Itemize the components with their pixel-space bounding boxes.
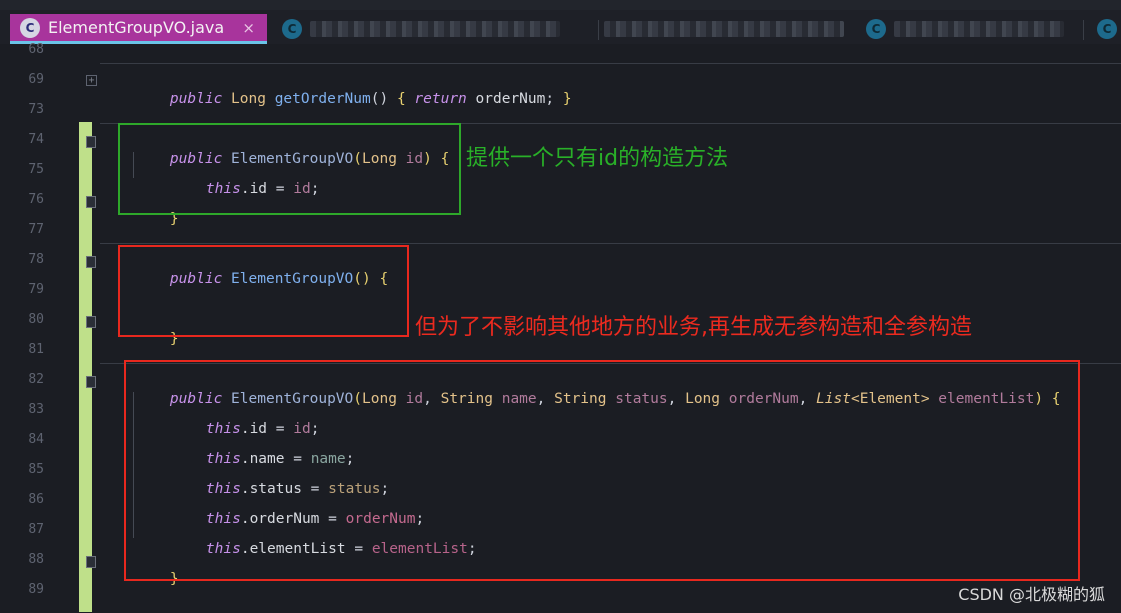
line-number: 89 [28,582,44,597]
line-number: 78 [28,252,44,267]
line-number: 82 [28,372,44,387]
tab-divider [1083,20,1084,40]
code-editor[interactable]: 68 69 73 74 75 76 77 78 79 80 81 82 83 8… [0,42,1121,613]
fold-collapse-icon[interactable] [86,256,96,268]
tab-blurred-2[interactable] [604,14,854,44]
tab-element-group-vo[interactable]: C ElementGroupVO.java × [10,14,267,44]
fold-end-icon[interactable] [86,316,96,328]
watermark: CSDN @北极糊的狐 [958,585,1105,604]
line-number: 83 [28,402,44,417]
brace: } [562,91,572,107]
green-annotation-note: 提供一个只有id的构造方法 [466,146,729,171]
line-number: 79 [28,282,44,297]
java-class-icon: C [282,19,302,39]
tab-bar-top-strip [0,0,1121,10]
punctuation: ; [545,91,563,107]
blurred-tab-label [894,21,1064,37]
field-name: orderNum [475,91,546,107]
green-highlight-box [118,123,461,215]
line-number: 75 [28,162,44,177]
blurred-tab-label [310,21,560,37]
line-number: 73 [28,102,44,117]
tab-divider [598,20,599,40]
tab-blurred-3[interactable]: C [866,14,1076,44]
fold-expand-icon[interactable]: + [86,75,97,86]
red-highlight-box-no-arg [118,245,409,337]
fold-collapse-icon[interactable] [86,376,96,388]
type-name: Long [231,91,266,107]
tab-label: ElementGroupVO.java [48,18,225,37]
line-number: 87 [28,522,44,537]
line-number: 85 [28,462,44,477]
line-number: 88 [28,552,44,567]
blurred-tab-label [604,21,844,37]
method-separator [100,63,1121,64]
tab-blurred-1[interactable]: C [282,14,582,44]
line-number: 77 [28,222,44,237]
line-number: 81 [28,342,44,357]
java-class-icon: C [1097,19,1117,39]
keyword: return [414,91,467,107]
line-number: 68 [28,42,44,57]
code-line-69[interactable]: public Long getOrderNum() { return order… [135,69,572,107]
method-name: getOrderNum [274,91,371,107]
editor-tab-bar: C ElementGroupVO.java × C C C [0,0,1121,44]
line-number: 84 [28,432,44,447]
line-number: 69 [28,72,44,87]
line-number: 86 [28,492,44,507]
line-number: 74 [28,132,44,147]
method-separator [100,243,1121,244]
red-highlight-box-all-arg [124,360,1080,581]
tab-blurred-4[interactable]: C [1097,14,1121,44]
red-annotation-note: 但为了不影响其他地方的业务,再生成无参构造和全参构造 [415,315,972,340]
java-class-icon: C [20,17,40,38]
java-class-icon: C [866,19,886,39]
fold-end-icon[interactable] [86,196,96,208]
fold-collapse-icon[interactable] [86,136,96,148]
keyword: public [169,91,223,107]
line-number: 80 [28,312,44,327]
punctuation: () [370,91,397,107]
fold-end-icon[interactable] [86,556,96,568]
close-tab-icon[interactable]: × [242,19,255,37]
brace: { [396,91,406,107]
line-number: 76 [28,192,44,207]
